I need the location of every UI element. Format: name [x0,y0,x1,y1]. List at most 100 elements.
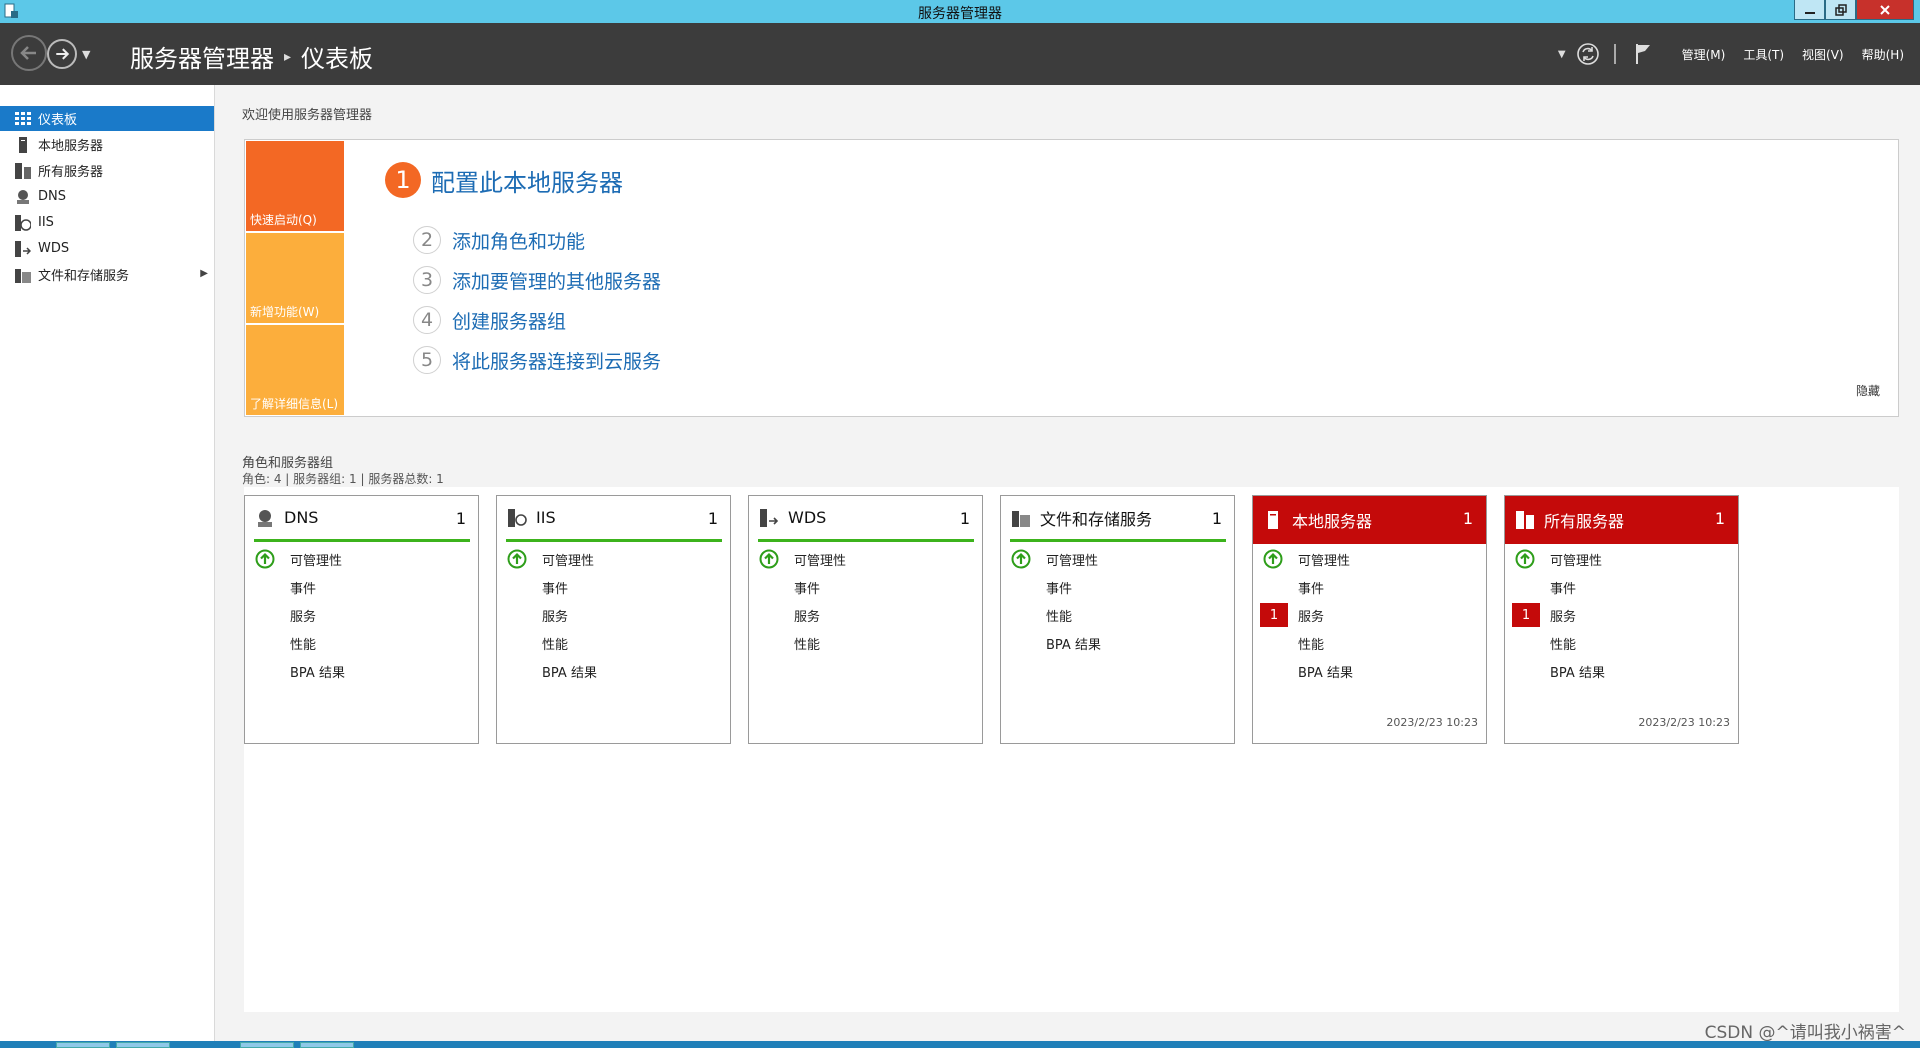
role-tile-row-label: 服务 [1298,609,1325,625]
role-tile-row[interactable]: 性能 [1505,632,1738,654]
sidebar-item-file-storage[interactable]: 文件和存储服务 ▶ [0,262,214,287]
role-tile-row[interactable]: 事件 [1505,576,1738,598]
hide-link[interactable]: 隐藏 [1856,382,1880,399]
role-tile-iis[interactable]: IIS 1 可管理性事件服务性能 BPA 结果 [496,495,731,744]
role-tile-row-label: BPA 结果 [1298,665,1353,681]
role-tile-row[interactable]: BPA 结果 [1505,660,1738,682]
step-configure-local-server[interactable]: 1 配置此本地服务器 [385,162,623,198]
step-link[interactable]: 添加要管理的其他服务器 [452,267,661,294]
step-add-roles[interactable]: 2 添加角色和功能 [413,226,585,254]
taskbar-button[interactable] [56,1042,110,1048]
minimize-button[interactable] [1794,0,1825,20]
role-tile-dns[interactable]: DNS 1 可管理性事件服务性能 BPA 结果 [244,495,479,744]
role-tile-row[interactable]: 可管理性 [749,548,982,570]
window-controls [1794,0,1914,20]
role-tile-row[interactable]: 可管理性 [497,548,730,570]
tile-whats-new[interactable]: 新增功能(W) [246,233,344,323]
role-tile-row[interactable]: 事件 [245,576,478,598]
role-tile-row[interactable]: 性能 [749,632,982,654]
server-manager-window: 服务器管理器 ▼ 服务器管理器 ▸ 仪表板 ▼ 管理(M) 工具(T) 视图(V… [0,0,1920,1048]
sidebar-item-local-server[interactable]: 本地服务器 [0,132,214,157]
step-connect-cloud[interactable]: 5 将此服务器连接到云服务 [413,346,661,374]
breadcrumb-root[interactable]: 服务器管理器 [130,39,274,74]
role-tile-row[interactable]: BPA 结果 [1253,660,1486,682]
sidebar-item-iis[interactable]: IIS [0,210,214,235]
iis-icon [14,214,32,232]
step-create-group[interactable]: 4 创建服务器组 [413,306,566,334]
role-tile-row[interactable]: 性能 [245,632,478,654]
taskbar-button[interactable] [300,1042,354,1048]
role-tile-row[interactable]: 性能 [1253,632,1486,654]
role-tile-row[interactable]: 服务 [245,604,478,626]
menu-view[interactable]: 视图(V) [1802,46,1844,63]
role-tile-row-label: 事件 [290,581,317,597]
chevron-down-icon[interactable]: ▼ [1558,49,1566,60]
menu-manage[interactable]: 管理(M) [1682,46,1726,63]
step-link[interactable]: 将此服务器连接到云服务 [452,347,661,374]
taskbar-button[interactable] [116,1042,170,1048]
notifications-flag-icon[interactable] [1634,42,1652,66]
back-button[interactable] [11,35,47,71]
role-tile-header[interactable]: IIS 1 [506,496,722,542]
role-tile-row[interactable]: 事件 [1253,576,1486,598]
role-tile-servers[interactable]: 所有服务器 1 可管理性 事件 1 服务 性能 BPA 结果 2023/2/23 10:23 [1504,495,1739,744]
sidebar-item-wds[interactable]: WDS [0,236,214,261]
role-tile-row[interactable]: 事件 [1001,576,1234,598]
role-tile-row[interactable]: 可管理性 [1253,548,1486,570]
taskbar-button[interactable] [240,1042,294,1048]
role-tile-count: 1 [1211,509,1222,528]
role-tile-row[interactable]: 性能 [497,632,730,654]
role-tile-row[interactable]: 可管理性 [245,548,478,570]
restore-button[interactable] [1825,0,1856,20]
step-link[interactable]: 配置此本地服务器 [431,163,623,198]
role-tile-row-label: 性能 [1298,637,1325,653]
role-tile-row-label: 事件 [1550,581,1577,597]
file-storage-icon [1010,507,1032,529]
role-tile-header[interactable]: 本地服务器 1 [1253,496,1486,544]
forward-button[interactable] [47,39,77,69]
role-tile-wds[interactable]: WDS 1 可管理性事件服务性能 [748,495,983,744]
role-tile-file-storage[interactable]: 文件和存储服务 1 可管理性事件性能 BPA 结果 [1000,495,1235,744]
role-tile-row[interactable]: 事件 [749,576,982,598]
history-dropdown[interactable]: ▼ [82,48,90,61]
step-link[interactable]: 添加角色和功能 [452,227,585,254]
role-tile-row-label: 事件 [1298,581,1325,597]
role-tile-header[interactable]: 所有服务器 1 [1505,496,1738,544]
sidebar-item-dns[interactable]: DNS [0,184,214,209]
role-tile-row[interactable]: 可管理性 [1505,548,1738,570]
sidebar-item-dashboard[interactable]: 仪表板 [0,106,214,131]
role-tile-row[interactable]: 服务 [497,604,730,626]
role-tile-header[interactable]: 文件和存储服务 1 [1010,496,1226,542]
role-tile-row-label: 事件 [794,581,821,597]
role-tile-row[interactable]: BPA 结果 [1001,632,1234,654]
role-tile-row-label: 可管理性 [794,553,847,569]
role-tile-header[interactable]: DNS 1 [254,496,470,542]
role-tile-header[interactable]: WDS 1 [758,496,974,542]
tile-quick-start[interactable]: 快速启动(Q) [246,141,344,231]
step-number: 2 [413,226,441,254]
role-tile-title: 所有服务器 [1544,512,1625,531]
role-tile-row[interactable]: 性能 [1001,604,1234,626]
dns-icon [14,188,32,206]
sidebar-item-all-servers[interactable]: 所有服务器 [0,158,214,183]
close-button[interactable] [1856,0,1914,20]
menu-help[interactable]: 帮助(H) [1862,46,1904,63]
sidebar-item-label: IIS [38,215,54,230]
wds-icon [758,507,780,529]
sidebar-item-label: 所有服务器 [38,165,104,180]
step-link[interactable]: 创建服务器组 [452,307,566,334]
menu-tools[interactable]: 工具(T) [1743,46,1784,63]
role-tile-row[interactable]: BPA 结果 [245,660,478,682]
role-tile-row[interactable]: 1 服务 [1505,603,1738,627]
expand-arrow-icon[interactable]: ▶ [200,268,208,279]
role-tile-row[interactable]: BPA 结果 [497,660,730,682]
role-tile-row[interactable]: 事件 [497,576,730,598]
role-tile-row[interactable]: 服务 [749,604,982,626]
breadcrumb-separator-icon: ▸ [284,48,292,65]
refresh-icon[interactable] [1576,42,1600,66]
tile-learn-more[interactable]: 了解详细信息(L) [246,325,344,415]
role-tile-row[interactable]: 可管理性 [1001,548,1234,570]
role-tile-row[interactable]: 1 服务 [1253,603,1486,627]
step-add-servers[interactable]: 3 添加要管理的其他服务器 [413,266,661,294]
role-tile-server[interactable]: 本地服务器 1 可管理性 事件 1 服务 性能 BPA 结果 2023/2/23 10:23 [1252,495,1487,744]
